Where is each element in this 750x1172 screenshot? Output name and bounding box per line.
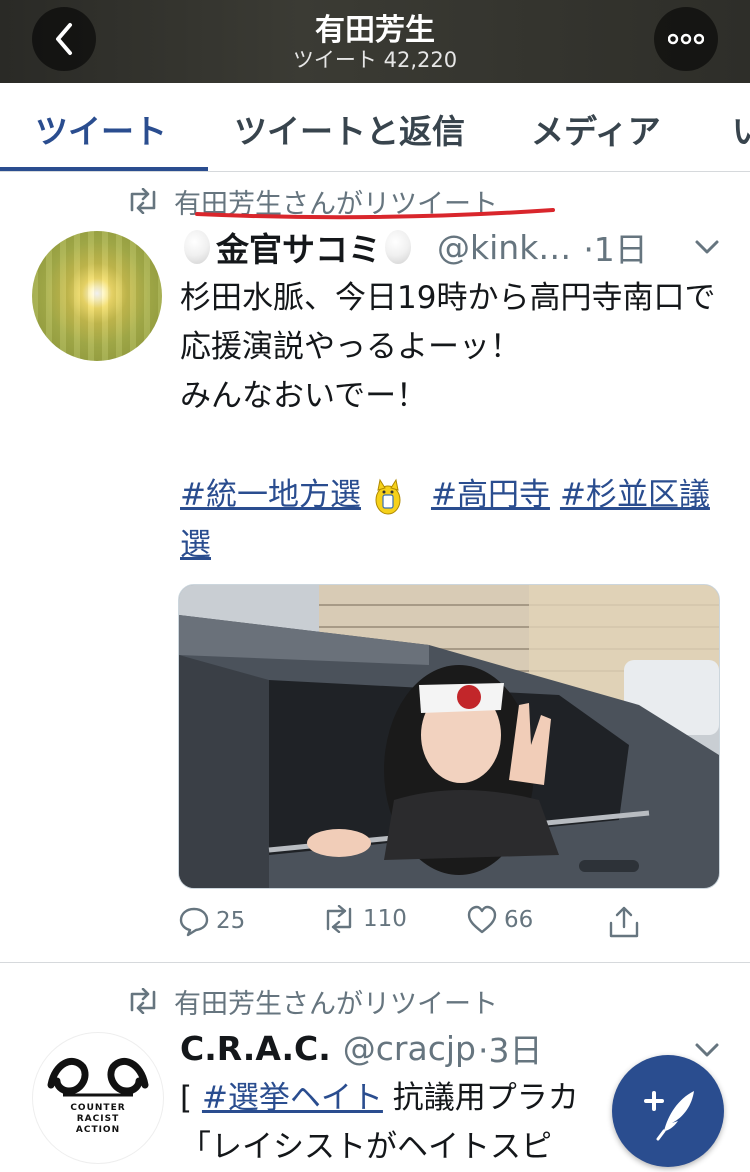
- reply-count: 25: [216, 908, 246, 934]
- heart-icon: [467, 905, 497, 934]
- more-horizontal-icon: [668, 33, 704, 45]
- tab-tweets[interactable]: ツイート: [35, 105, 167, 153]
- like-count: 66: [504, 907, 534, 933]
- tweet-actions: 25 110 66: [178, 905, 698, 945]
- author-name[interactable]: 金官サコミ: [216, 223, 381, 271]
- red-annotation-underline: [195, 208, 555, 220]
- author-name[interactable]: C.R.A.C.: [180, 1029, 331, 1068]
- like-button[interactable]: 66: [466, 905, 533, 935]
- reply-icon: [179, 907, 209, 937]
- profile-tabs: ツイート ツイートと返信 メディア い: [0, 83, 750, 172]
- tweet-photo[interactable]: [178, 584, 720, 889]
- share-icon: [609, 906, 639, 938]
- author-handle[interactable]: @kink…: [437, 228, 571, 267]
- logo-text: RACIST: [76, 1114, 120, 1124]
- mascot-emoji-icon: [375, 478, 401, 514]
- share-button[interactable]: [608, 905, 640, 939]
- avatar[interactable]: COUNTER RACIST ACTION: [32, 1032, 164, 1164]
- tweet-time[interactable]: ·1日: [583, 223, 648, 271]
- tweet-text: 杉田水脈、今日19時から高円寺南口で応援演説やっるよーッ！ みんなおいでー！: [180, 280, 716, 414]
- retweet-icon: [130, 188, 156, 214]
- hashtag-link[interactable]: #選挙ヘイト: [202, 1080, 383, 1116]
- avatar[interactable]: [32, 231, 162, 361]
- photo-image: [179, 585, 719, 888]
- author-handle[interactable]: @cracjp: [343, 1029, 476, 1068]
- reply-button[interactable]: 25: [178, 905, 245, 937]
- compose-tweet-button[interactable]: [612, 1055, 724, 1167]
- retweet-indicator: 有田芳生さんがリツイート: [126, 982, 498, 1021]
- egg-emoji-icon: [385, 230, 411, 264]
- tab-media[interactable]: メディア: [531, 105, 661, 153]
- logo-text: ACTION: [75, 1125, 121, 1135]
- text-prefix: [: [180, 1080, 202, 1116]
- crac-logo-icon: [47, 1058, 149, 1097]
- active-tab-indicator: [0, 167, 208, 171]
- tweet-divider: [0, 962, 750, 963]
- profile-name-title: 有田芳生: [315, 13, 435, 48]
- tweet-hashtags: #統一地方選 #高円寺 #杉並区議選: [180, 470, 725, 570]
- logo-text: COUNTER: [70, 1103, 126, 1113]
- chevron-down-icon[interactable]: [692, 237, 722, 257]
- tab-likes[interactable]: い: [732, 105, 750, 153]
- retweet-count: 110: [363, 906, 407, 932]
- text-after: 抗議用プラカ: [382, 1080, 579, 1116]
- tab-tweets-and-replies[interactable]: ツイートと返信: [234, 105, 465, 153]
- compose-feather-icon: [644, 1091, 694, 1141]
- profile-header: 有田芳生 ツイート 42,220: [0, 0, 750, 83]
- tweet-time[interactable]: ·3日: [478, 1024, 543, 1072]
- retweet-button[interactable]: 110: [321, 905, 407, 933]
- retweet-icon: [130, 988, 156, 1014]
- hashtag-link[interactable]: #高円寺: [431, 477, 550, 513]
- retweet-icon: [326, 905, 352, 933]
- more-button[interactable]: [654, 7, 718, 71]
- egg-emoji-icon: [184, 230, 210, 264]
- retweet-label[interactable]: 有田芳生さんがリツイート: [174, 982, 498, 1021]
- hashtag-link[interactable]: #統一地方選: [180, 477, 361, 513]
- tweet-header: 金官サコミ @kink… ·1日: [180, 225, 648, 269]
- tweet-count: ツイート 42,220: [292, 48, 458, 72]
- tweet-header: C.R.A.C. @cracjp ·3日: [180, 1024, 543, 1072]
